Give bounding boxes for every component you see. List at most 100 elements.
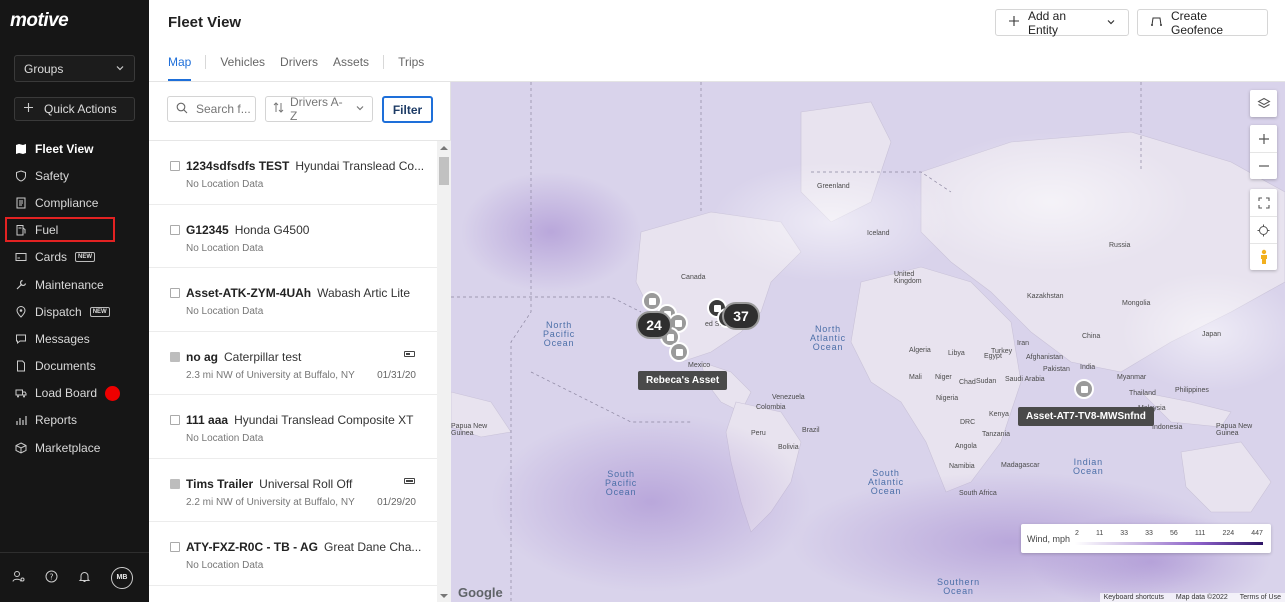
list-scrollbar[interactable] (437, 141, 451, 602)
google-logo[interactable]: Google (458, 585, 503, 600)
asset-location: No Location Data (186, 242, 264, 254)
row-checkbox[interactable] (170, 415, 180, 425)
tab-drivers[interactable]: Drivers (280, 55, 318, 81)
place-label: Kenya (989, 411, 1009, 418)
sidebar-item-label: Maintenance (35, 277, 104, 292)
sort-dropdown[interactable]: Drivers A-Z (265, 95, 373, 123)
help-icon[interactable]: ? (45, 570, 58, 586)
create-geofence-button[interactable]: Create Geofence (1137, 8, 1268, 37)
chevron-down-icon (115, 62, 125, 76)
zoom-in-icon[interactable] (1250, 125, 1277, 152)
scroll-thumb[interactable] (439, 157, 449, 185)
sidebar-item-fleet-view[interactable]: Fleet View (0, 135, 149, 162)
list-item[interactable]: no ag Caterpillar test 2.3 mi NW of Unive… (149, 332, 437, 395)
asset-marker[interactable] (669, 342, 689, 362)
keyboard-shortcuts-link[interactable]: Keyboard shortcuts (1104, 594, 1164, 601)
list-item[interactable]: G12345 Honda G4500 No Location Data (149, 205, 437, 268)
asset-model: Universal Roll Off (259, 476, 353, 491)
legend-label: Wind, mph (1027, 534, 1071, 544)
asset-location: 2.2 mi NW of University at Buffalo, NY (186, 496, 355, 508)
list-item[interactable]: 111 aaa Hyundai Translead Composite XT No… (149, 395, 437, 459)
list-item[interactable]: Tims Trailer Universal Roll Off 2.2 mi NW… (149, 459, 437, 522)
row-checkbox[interactable] (170, 161, 180, 171)
crosshair-icon[interactable] (1250, 216, 1277, 243)
fleet-map[interactable]: North Pacific Ocean North Atlantic Ocean… (451, 82, 1285, 602)
asset-name: no ag (186, 349, 218, 364)
place-label: China (1082, 333, 1101, 340)
asset-model: Hyundai Translead Composite XT (234, 413, 414, 427)
asset-name: Tims Trailer (186, 476, 254, 491)
ocean-label-south-pacific: South Pacific Ocean (605, 469, 638, 497)
list-item[interactable]: ATY-FXZ-R0C - TB - AG Great Dane Cha... N… (149, 522, 437, 586)
place-label: Papua New Guinea (1216, 423, 1253, 437)
last-seen-date: 01/29/20 (377, 496, 416, 508)
list-item[interactable]: 1234sdfsdfs TEST Hyundai Translead Co... … (149, 141, 437, 205)
tab-trips[interactable]: Trips (398, 55, 424, 81)
card-icon (15, 251, 27, 263)
notification-dot (105, 385, 121, 401)
asset-location: No Location Data (186, 560, 264, 571)
row-checkbox[interactable] (170, 351, 180, 362)
motive-logo[interactable]: motive (10, 10, 69, 32)
sidebar-item-cards[interactable]: Cards NEW (0, 244, 149, 271)
new-badge: NEW (75, 252, 96, 263)
row-title: 111 aaa Hyundai Translead Composite XT (186, 413, 426, 427)
row-checkbox[interactable] (170, 224, 180, 235)
place-label: Libya (948, 350, 965, 357)
scroll-up-arrow-icon[interactable] (440, 146, 448, 150)
sidebar-item-marketplace[interactable]: Marketplace (0, 434, 149, 461)
asset-name: 1234sdfsdfs TEST (186, 159, 290, 173)
tab-vehicles[interactable]: Vehicles (220, 55, 265, 81)
create-geofence-label: Create Geofence (1171, 8, 1224, 37)
map-cluster[interactable]: 37 (722, 302, 760, 330)
street-view-pegman-icon[interactable] (1250, 243, 1277, 270)
row-checkbox[interactable] (170, 542, 180, 552)
cube-icon (15, 442, 27, 454)
row-checkbox[interactable] (170, 478, 180, 489)
search-input[interactable] (196, 102, 252, 116)
fullscreen-icon[interactable] (1250, 189, 1277, 216)
sidebar-item-safety[interactable]: Safety (0, 162, 149, 189)
sidebar-item-maintenance[interactable]: Maintenance (0, 271, 149, 298)
list-item[interactable]: Asset-ATK-ZYM-4UAh Wabash Artic Lite No L… (149, 268, 437, 332)
map-icon (15, 143, 27, 155)
tab-assets[interactable]: Assets (333, 55, 369, 81)
bell-icon[interactable] (78, 570, 91, 586)
asset-marker[interactable] (1074, 379, 1094, 399)
add-entity-button[interactable]: Add an Entity (995, 8, 1129, 37)
sidebar-item-dispatch[interactable]: Dispatch NEW (0, 298, 149, 325)
user-settings-icon[interactable] (12, 570, 25, 586)
groups-dropdown[interactable]: Groups (14, 55, 135, 82)
map-cluster[interactable]: 24 (636, 311, 672, 339)
legend-tick: 447 (1251, 530, 1263, 537)
legend-tick: 2 (1075, 530, 1079, 537)
location-pin-icon (15, 305, 27, 318)
tab-map[interactable]: Map (168, 55, 192, 81)
page-title: Fleet View (168, 14, 242, 31)
filter-button[interactable]: Filter (382, 96, 433, 123)
terms-link[interactable]: Terms of Use (1240, 594, 1281, 601)
sidebar-item-compliance[interactable]: Compliance (0, 189, 149, 216)
scroll-down-arrow-icon[interactable] (440, 594, 448, 598)
add-entity-label: Add an Entity (1028, 8, 1067, 37)
sidebar-item-load-board[interactable]: Load Board (0, 380, 149, 407)
user-avatar[interactable]: MB (111, 566, 133, 589)
search-box[interactable] (167, 96, 256, 122)
map-tooltip-asset-at7: Asset-AT7-TV8-MWSnfnd (1018, 407, 1154, 426)
place-label: Nigeria (936, 395, 959, 402)
sidebar-item-messages[interactable]: Messages (0, 325, 149, 352)
row-checkbox[interactable] (170, 288, 180, 298)
file-icon (15, 360, 27, 372)
asset-location: 2.3 mi NW of University at Buffalo, NY (186, 369, 355, 381)
zoom-out-icon[interactable] (1250, 152, 1277, 179)
sidebar-item-documents[interactable]: Documents (0, 353, 149, 380)
view-tabs: Map Vehicles Drivers Assets Trips (168, 55, 424, 81)
geofence-icon (1150, 15, 1163, 30)
layers-icon[interactable] (1250, 90, 1277, 117)
place-label: Thailand (1129, 390, 1156, 397)
list-toolbar: Drivers A-Z Filter (149, 82, 451, 141)
map-layers-control[interactable] (1250, 90, 1277, 117)
sidebar-item-label: Fleet View (35, 141, 94, 156)
sidebar-item-reports[interactable]: Reports (0, 407, 149, 434)
quick-actions-button[interactable]: Quick Actions (14, 97, 135, 121)
